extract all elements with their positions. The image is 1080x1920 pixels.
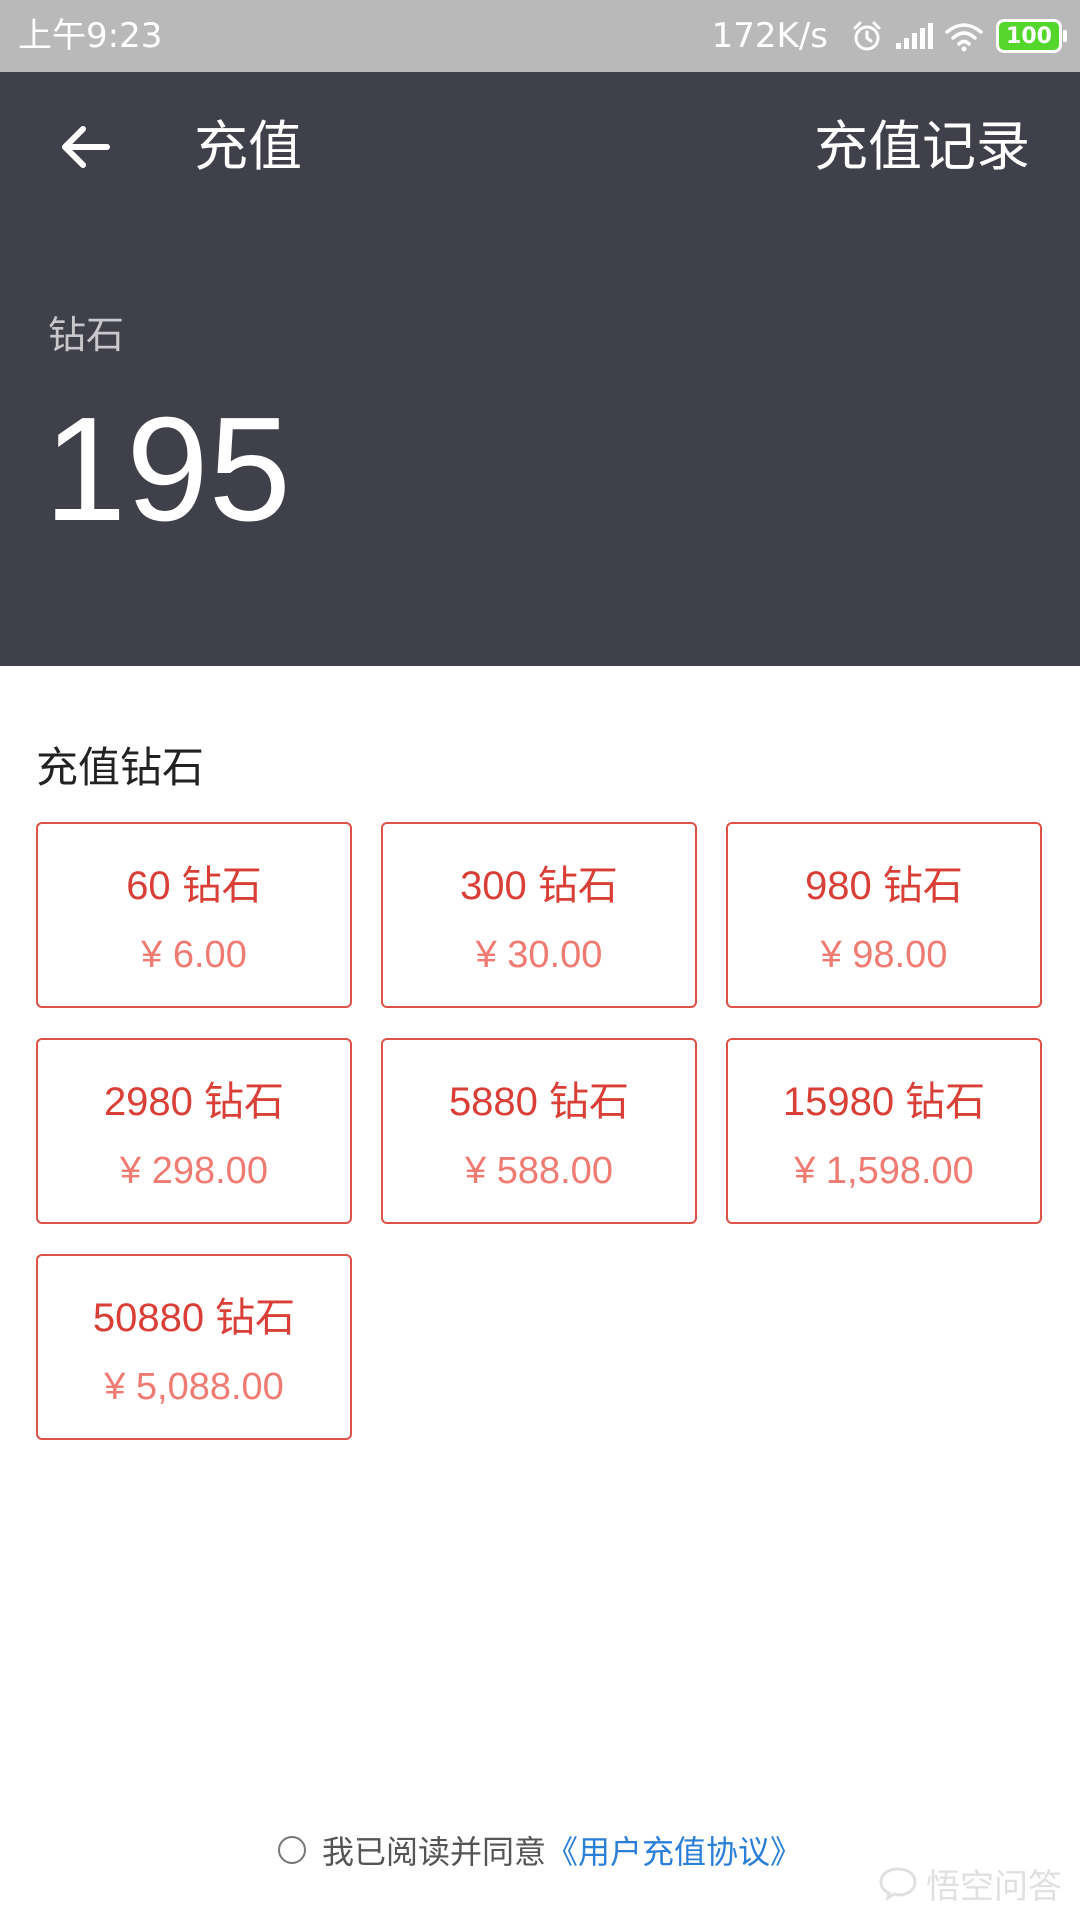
agreement-text: 我已阅读并同意 (321, 1833, 546, 1871)
package-option[interactable]: 300 钻石 ¥ 30.00 (381, 822, 697, 1008)
package-option[interactable]: 2980 钻石 ¥ 298.00 (36, 1038, 352, 1224)
balance-value: 195 (44, 387, 291, 552)
app-screen: 上午9:23 172K/s 100 充值 充值记录 钻石 195 充值钻石 60… (0, 0, 1080, 1920)
header: 充值 充值记录 钻石 195 (0, 72, 1080, 666)
package-option[interactable]: 15980 钻石 ¥ 1,598.00 (726, 1038, 1042, 1224)
package-price: ¥ 5,088.00 (104, 1366, 284, 1408)
package-amount: 60 钻石 (126, 864, 262, 908)
recharge-records-button[interactable]: 充值记录 (814, 112, 1030, 182)
package-amount: 2980 钻石 (103, 1080, 285, 1124)
back-arrow-icon (62, 126, 110, 168)
package-amount: 15980 钻石 (782, 1080, 986, 1124)
back-button[interactable] (50, 112, 120, 182)
signal-icon (894, 21, 934, 51)
package-price: ¥ 30.00 (475, 934, 603, 976)
watermark-logo-icon (879, 1867, 917, 1901)
page-title: 充值 (194, 115, 302, 178)
alarm-icon (850, 19, 884, 53)
package-amount: 5880 钻石 (448, 1080, 630, 1124)
package-amount: 300 钻石 (460, 864, 618, 908)
package-price: ¥ 1,598.00 (794, 1150, 974, 1192)
package-price: ¥ 588.00 (465, 1150, 613, 1192)
package-option[interactable]: 50880 钻石 ¥ 5,088.00 (36, 1254, 352, 1440)
watermark-text: 悟空问答 (926, 1866, 1062, 1907)
agreement-link[interactable]: 《用户充值协议》 (546, 1827, 802, 1873)
package-option[interactable]: 980 钻石 ¥ 98.00 (726, 822, 1042, 1008)
package-option[interactable]: 5880 钻石 ¥ 588.00 (381, 1038, 697, 1224)
balance-label: 钻石 (48, 313, 125, 357)
package-price: ¥ 298.00 (120, 1150, 268, 1192)
agree-radio[interactable] (277, 1836, 306, 1864)
status-time: 上午9:23 (18, 16, 163, 56)
network-speed: 172K/s (711, 16, 828, 56)
status-right: 172K/s 100 (711, 14, 1067, 58)
wifi-icon (944, 20, 984, 52)
watermark: 悟空问答 (878, 1858, 1062, 1908)
package-option[interactable]: 60 钻石 ¥ 6.00 (36, 822, 352, 1008)
status-bar: 上午9:23 172K/s 100 (0, 0, 1080, 72)
battery-level: 100 (1006, 23, 1052, 49)
package-price: ¥ 98.00 (820, 934, 948, 976)
package-amount: 50880 钻石 (92, 1296, 296, 1340)
battery-icon: 100 (996, 19, 1067, 53)
package-price: ¥ 6.00 (141, 934, 247, 976)
section-title: 充值钻石 (36, 743, 205, 792)
package-amount: 980 钻石 (805, 864, 963, 908)
